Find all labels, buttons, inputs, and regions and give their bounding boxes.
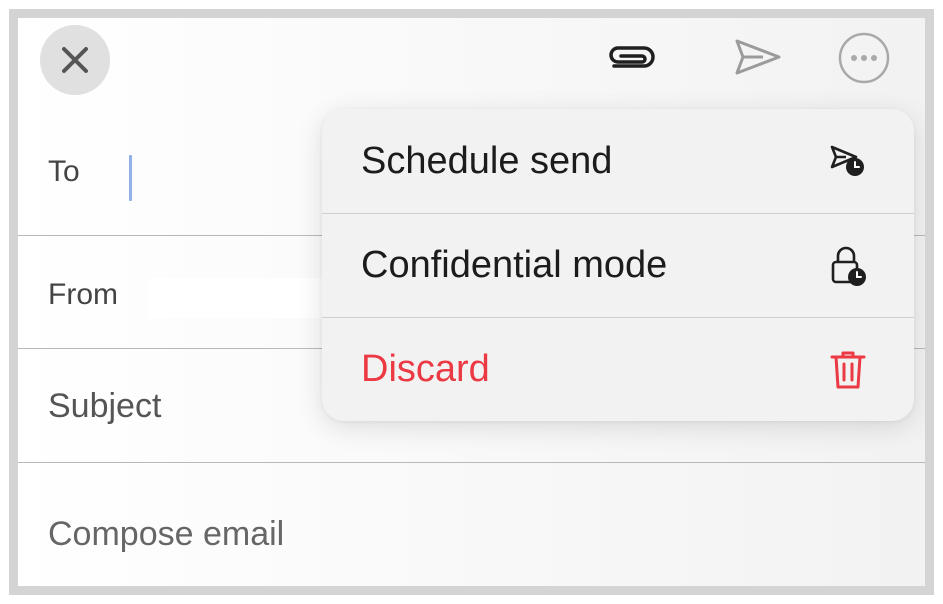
close-icon	[62, 47, 88, 73]
toolbar	[18, 18, 925, 110]
trash-icon	[826, 348, 870, 392]
more-icon	[838, 32, 890, 84]
menu-item-schedule-send[interactable]: Schedule send	[322, 109, 914, 213]
paperclip-icon	[609, 46, 655, 68]
device-frame: To From Subject Compose email Schedule s…	[9, 9, 934, 595]
attach-button[interactable]	[602, 36, 662, 82]
text-caret	[129, 155, 132, 201]
more-options-button[interactable]	[836, 30, 892, 86]
compose-screen: To From Subject Compose email Schedule s…	[18, 18, 925, 586]
from-label: From	[48, 278, 118, 311]
compose-body-field[interactable]: Compose email	[48, 515, 284, 554]
from-value	[148, 278, 338, 318]
close-button[interactable]	[40, 25, 110, 95]
menu-item-confidential-mode[interactable]: Confidential mode	[322, 213, 914, 317]
menu-item-label: Discard	[361, 348, 490, 390]
menu-item-label: Confidential mode	[361, 244, 668, 286]
menu-item-discard[interactable]: Discard	[322, 317, 914, 421]
more-options-menu: Schedule send Confidential mode Discard	[322, 109, 914, 421]
send-icon	[735, 39, 781, 75]
send-button[interactable]	[730, 32, 786, 82]
schedule-send-icon	[826, 139, 870, 183]
subject-placeholder: Subject	[48, 387, 162, 425]
menu-item-label: Schedule send	[361, 139, 613, 182]
to-label: To	[48, 155, 80, 188]
lock-clock-icon	[826, 244, 870, 288]
